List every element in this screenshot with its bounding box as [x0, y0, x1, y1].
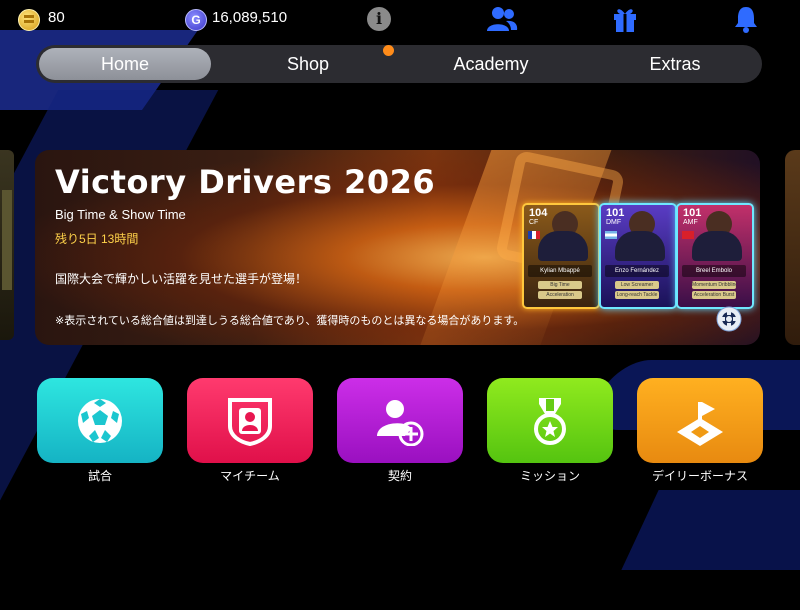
banner-disclaimer: ※表示されている総合値は到達しうる総合値であり、獲得時のものとは異なる場合があり…: [55, 315, 525, 327]
menu-match-button[interactable]: 試合: [37, 378, 163, 484]
player-skill: Momentum Dribbling: [692, 281, 736, 289]
banner-title: Victory Drivers 2026: [55, 163, 436, 201]
flag-icon: [682, 231, 694, 239]
menu-label: デイリーボーナス: [651, 469, 748, 483]
player-card: 101 AMF Breel Embolo Momentum Dribbling …: [676, 203, 754, 309]
menu-label: マイチーム: [220, 469, 280, 483]
tab-extras[interactable]: Extras: [591, 48, 759, 80]
player-skill: Acceleration Burst: [692, 291, 736, 299]
coin-balance: 80: [48, 9, 65, 26]
menu-label: ミッション: [519, 469, 580, 483]
player-skill: Big Time: [538, 281, 582, 289]
player-portrait-body: [538, 231, 588, 261]
menu-my-team-button[interactable]: マイチーム: [187, 378, 313, 484]
main-nav: Home Shop Academy Extras: [36, 45, 762, 83]
tab-home[interactable]: Home: [39, 48, 211, 80]
player-portrait-body: [692, 231, 742, 261]
player-rating: 101: [606, 207, 625, 219]
soccer-ball-icon: [78, 399, 122, 443]
menu-tile[interactable]: [337, 378, 463, 463]
gear-icon[interactable]: [715, 305, 743, 333]
friends-icon[interactable]: [486, 5, 518, 33]
player-portrait-body: [615, 231, 665, 261]
flag-icon: [605, 231, 617, 239]
player-name: Enzo Fernández: [605, 265, 669, 277]
menu-mission-button[interactable]: ミッション: [487, 378, 613, 484]
next-banner-peek[interactable]: [785, 150, 800, 345]
top-bar: 80 G 16,089,510 i: [0, 0, 800, 38]
team-badge-icon: [228, 398, 272, 446]
menu-tile[interactable]: [187, 378, 313, 463]
player-card: 104 CF Kylian Mbappé Big Time Accelerati…: [522, 203, 600, 309]
player-rating: 101: [683, 207, 702, 219]
player-card: 101 DMF Enzo Fernández Low Screamer Long…: [599, 203, 677, 309]
flag-icon: [528, 231, 540, 239]
medal-icon: [534, 398, 566, 445]
menu-daily-bonus-button[interactable]: デイリーボーナス: [637, 378, 763, 484]
banner-description: 国際大会で輝かしい活躍を見せた選手が登場！: [55, 272, 308, 286]
info-icon[interactable]: i: [367, 7, 391, 31]
player-position: AMF: [683, 219, 698, 226]
coin-icon: [18, 9, 40, 31]
player-skill: Acceleration: [538, 291, 582, 299]
bell-icon[interactable]: [733, 5, 759, 33]
player-position: DMF: [606, 219, 622, 226]
tab-shop[interactable]: Shop: [226, 48, 390, 80]
menu-label: 試合: [87, 469, 112, 483]
previous-banner-peek[interactable]: [0, 150, 14, 340]
flag-pin-icon: [677, 402, 723, 446]
player-rating: 104: [529, 207, 548, 219]
menu-tile[interactable]: [637, 378, 763, 463]
banner-time-remaining: 残り5日 13時間: [55, 232, 139, 246]
menu-label: 契約: [387, 469, 412, 483]
menu-tile[interactable]: [37, 378, 163, 463]
banner-subtitle: Big Time & Show Time: [55, 207, 186, 222]
background-stripe: [621, 490, 800, 570]
menu-contract-button[interactable]: 契約: [337, 378, 463, 484]
featured-campaign-banner[interactable]: Victory Drivers 2026 Big Time & Show Tim…: [35, 150, 760, 345]
gp-icon: G: [185, 9, 207, 31]
player-name: Breel Embolo: [682, 265, 746, 277]
gp-balance: 16,089,510: [212, 9, 288, 26]
player-skill: Long-reach Tackle: [615, 291, 659, 299]
gift-icon[interactable]: [611, 5, 639, 33]
player-skill: Low Screamer: [615, 281, 659, 289]
notification-dot: [383, 45, 394, 56]
tab-academy[interactable]: Academy: [406, 48, 576, 80]
player-position: CF: [529, 219, 539, 226]
add-player-icon: [377, 400, 424, 446]
menu-tile[interactable]: [487, 378, 613, 463]
player-name: Kylian Mbappé: [528, 265, 592, 277]
